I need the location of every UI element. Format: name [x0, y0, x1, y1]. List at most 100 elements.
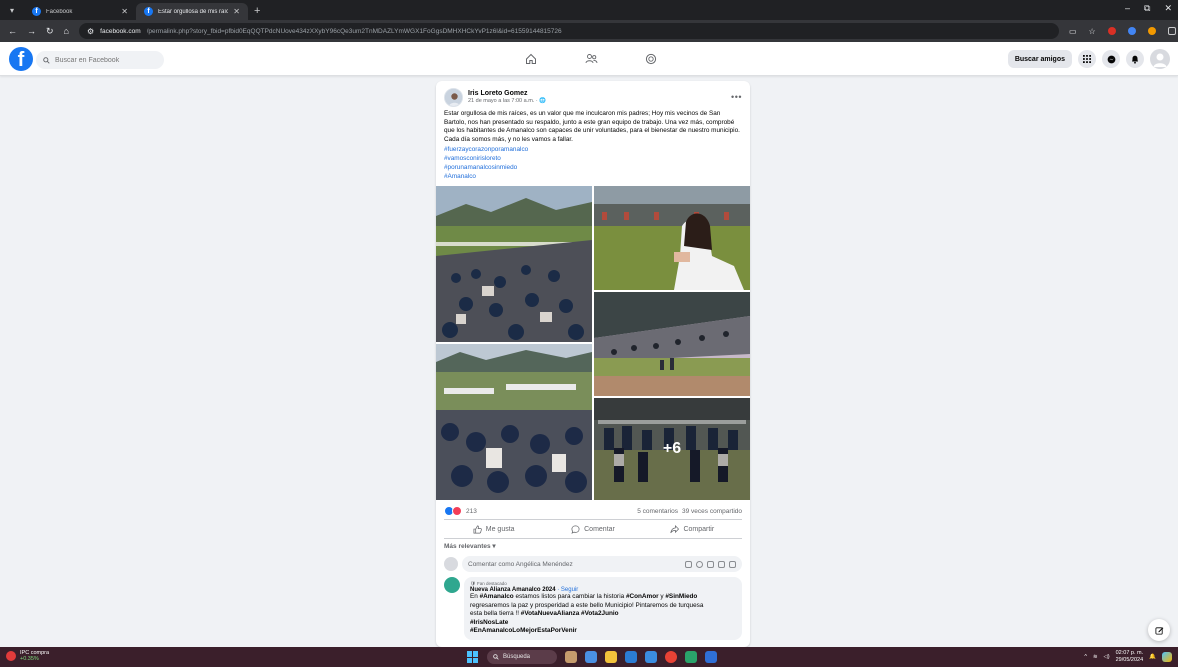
volume-icon[interactable]: ◁) [1104, 654, 1110, 660]
close-icon[interactable]: ✕ [121, 7, 128, 16]
photo-field-crowd[interactable] [436, 344, 592, 500]
gif-icon[interactable] [718, 560, 725, 568]
taskbar-search[interactable]: Búsqueda [487, 650, 557, 664]
extension-orange-icon[interactable] [1147, 27, 1156, 35]
wifi-icon[interactable]: ≋ [1093, 654, 1098, 660]
camera-icon[interactable] [707, 560, 714, 568]
site-info-icon[interactable]: ⚙ [87, 27, 94, 36]
photo-crowd-field[interactable] [436, 186, 592, 342]
share-button[interactable]: Compartir [643, 520, 742, 538]
notification-bell-icon[interactable]: 🔔 [1149, 654, 1156, 660]
nav-home-icon[interactable] [520, 48, 542, 70]
tray-overflow-icon[interactable]: ^ [1084, 654, 1087, 660]
restore-icon[interactable]: ⧉ [1144, 3, 1150, 14]
comment-text: En #Amanalco estamos listos para cambiar… [470, 593, 736, 636]
tab-post[interactable]: f Estar orgullosa de mis raíces, es... ✕ [136, 3, 248, 20]
comment-sort-dropdown[interactable]: Más relevantes ▾ [444, 542, 496, 550]
comments-count[interactable]: 5 comentarios [637, 508, 678, 515]
back-icon[interactable]: ← [8, 26, 17, 36]
sticker-icon[interactable] [729, 560, 736, 568]
nav-friends-icon[interactable] [580, 48, 602, 70]
tab-facebook[interactable]: f Facebook ✕ [24, 3, 136, 20]
post-hashtags: #fuerzaycorazonporamanalco #vamosconiris… [444, 145, 528, 181]
extensions-puzzle-icon[interactable] [1167, 27, 1176, 35]
forward-icon[interactable]: → [27, 26, 36, 36]
avatar-sticker-icon[interactable] [685, 560, 692, 568]
find-friends-button[interactable]: Buscar amigos [1007, 50, 1072, 68]
viewer-avatar[interactable] [444, 557, 458, 571]
clock-time: 02:07 p. m. [1115, 650, 1144, 656]
comment-line: En #Amanalco estamos listos para cambiar… [470, 593, 698, 600]
task-view-icon[interactable] [585, 651, 597, 663]
comment-line: esta bella tierra !! #VotaNuevaAlianza #… [470, 610, 619, 618]
notifications-bell-icon[interactable] [1126, 50, 1144, 68]
messenger-icon[interactable] [1102, 50, 1120, 68]
more-photos-count[interactable]: +6 [594, 398, 750, 500]
hashtag-link[interactable]: #vamosconirisloreto [444, 154, 528, 163]
word-icon[interactable] [705, 651, 717, 663]
extension-blue-icon[interactable] [1127, 27, 1136, 35]
url-path: /permalink.php?story_fbid=pfbid0EqQQTPdc… [146, 27, 562, 35]
post-timestamp[interactable]: 21 de mayo a las 7:00 a.m. · 🌐 [468, 98, 546, 104]
facebook-search[interactable] [36, 51, 164, 69]
hashtag-link[interactable]: #Amanalco [444, 172, 528, 181]
author-block: Iris Loreto Gomez 21 de mayo a las 7:00 … [468, 90, 546, 104]
author-name[interactable]: Iris Loreto Gomez [468, 90, 546, 97]
comment-placeholder: Comentar como Angélica Menéndez [468, 560, 573, 568]
chrome-icon[interactable] [665, 651, 677, 663]
minimize-icon[interactable]: – [1125, 3, 1130, 14]
tab-title: Facebook [46, 8, 73, 15]
comment-button[interactable]: Comentar [543, 520, 642, 538]
like-button[interactable]: Me gusta [444, 520, 543, 538]
edge-icon[interactable] [625, 651, 637, 663]
nav-groups-icon[interactable] [640, 48, 662, 70]
author-avatar[interactable] [444, 87, 463, 107]
bookmark-star-icon[interactable]: ☆ [1089, 27, 1096, 36]
photo-speaker[interactable] [594, 186, 750, 290]
address-bar[interactable]: ⚙ facebook.com/permalink.php?story_fbid=… [78, 23, 1059, 39]
stock-widget[interactable]: IPC compra +0.35% [6, 650, 49, 662]
search-input[interactable] [55, 56, 155, 64]
photo-stands[interactable] [594, 292, 750, 396]
facebook-logo-icon[interactable]: f [9, 47, 33, 71]
system-tray: ^ ≋ ◁) 02:07 p. m. 29/05/2024 🔔 [1084, 650, 1172, 663]
reaction-icons[interactable] [444, 506, 462, 516]
hashtag-link[interactable]: #porunamanalcosinmiedo [444, 163, 528, 172]
file-explorer-icon[interactable] [605, 651, 617, 663]
clock[interactable]: 02:07 p. m. 29/05/2024 [1116, 650, 1144, 663]
store-icon[interactable] [645, 651, 657, 663]
copilot-icon[interactable] [1162, 651, 1172, 662]
more-options-icon[interactable]: ••• [731, 92, 742, 102]
reload-icon[interactable]: ↻ [46, 26, 54, 37]
reaction-count[interactable]: 213 [466, 508, 477, 515]
home-icon[interactable]: ⌂ [64, 26, 69, 36]
comment-line: regresaremos la paz y prosperidad a este… [470, 601, 704, 609]
menu-grid-icon[interactable] [1078, 50, 1096, 68]
browser-toolbar: ← → ↻ ⌂ ⚙ facebook.com/permalink.php?sto… [0, 20, 1178, 42]
widgets-app-icon[interactable] [565, 651, 577, 663]
tab-search-button[interactable]: ▾ [0, 0, 24, 20]
close-window-icon[interactable]: ✕ [1164, 3, 1172, 14]
close-icon[interactable]: ✕ [233, 7, 240, 16]
excel-icon[interactable] [685, 651, 697, 663]
share-icon [670, 524, 680, 533]
compose-icon [1154, 626, 1163, 635]
taskbar-apps: Búsqueda [467, 650, 717, 664]
comment-input[interactable]: Comentar como Angélica Menéndez [462, 556, 742, 572]
shares-count[interactable]: 39 veces compartido [682, 508, 742, 515]
commenter-avatar[interactable] [444, 577, 460, 593]
cast-icon[interactable]: ▭ [1069, 27, 1077, 36]
hashtag-link[interactable]: #fuerzaycorazonporamanalco [444, 145, 528, 154]
new-message-button[interactable] [1148, 619, 1170, 641]
comment-label: Comentar [584, 525, 615, 533]
comment-composer: Comentar como Angélica Menéndez [444, 555, 742, 573]
thumbs-up-icon [473, 525, 482, 533]
new-tab-button[interactable]: + [248, 5, 266, 20]
facebook-favicon-icon: f [144, 7, 153, 16]
emoji-icon[interactable] [696, 560, 703, 568]
windows-start-icon[interactable] [467, 651, 479, 663]
share-label: Compartir [683, 525, 715, 533]
account-avatar[interactable] [1150, 49, 1170, 69]
photo-more[interactable]: +6 [594, 398, 750, 500]
extension-red-icon[interactable] [1107, 27, 1116, 35]
